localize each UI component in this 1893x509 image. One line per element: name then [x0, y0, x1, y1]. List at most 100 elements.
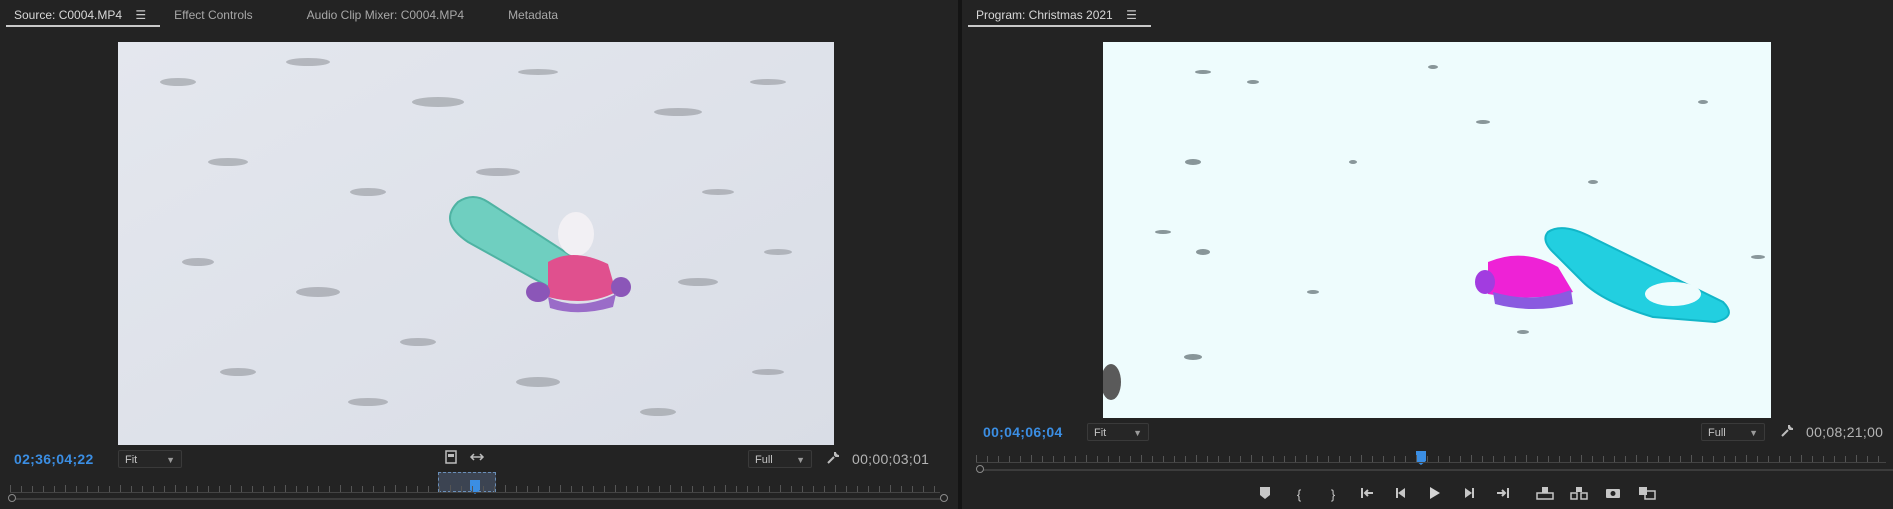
scrollbar-track: [14, 498, 942, 500]
transport-controls: { }: [1248, 486, 1664, 503]
ruler-tick: [1790, 456, 1791, 462]
drag-audio-only-icon[interactable]: [468, 450, 486, 466]
ruler-tick: [582, 486, 583, 492]
ruler-line: [976, 462, 1886, 463]
ruler-tick: [1460, 456, 1461, 462]
source-zoom-select[interactable]: Fit ▼: [118, 450, 182, 468]
ruler-tick: [1559, 456, 1560, 462]
tab-effect-controls[interactable]: Effect Controls: [160, 0, 266, 30]
source-zoom-scrollbar[interactable]: [8, 494, 948, 504]
ruler-tick: [395, 485, 396, 492]
ruler-tick: [1295, 456, 1296, 462]
ruler-tick: [637, 486, 638, 492]
program-zoom-select[interactable]: Fit ▼: [1087, 423, 1149, 441]
ruler-tick: [987, 456, 988, 462]
lift-icon[interactable]: [1528, 486, 1562, 503]
chevron-down-icon: ▼: [1133, 428, 1142, 438]
ruler-tick: [758, 486, 759, 492]
go-to-out-icon[interactable]: [1486, 487, 1520, 502]
scrollbar-left-handle[interactable]: [976, 465, 984, 473]
ruler-tick: [1075, 456, 1076, 462]
ruler-tick: [1317, 456, 1318, 462]
source-current-timecode[interactable]: 02;36;04;22: [14, 451, 94, 467]
ruler-tick: [527, 486, 528, 492]
ruler-tick: [1328, 456, 1329, 462]
step-forward-icon[interactable]: [1452, 487, 1486, 502]
ruler-tick: [175, 485, 176, 492]
program-video-frame[interactable]: [1103, 42, 1771, 418]
program-zoom-value: Fit: [1094, 427, 1107, 439]
ruler-tick: [1471, 455, 1472, 462]
ruler-tick: [318, 486, 319, 492]
ruler-tick: [802, 486, 803, 492]
ruler-tick: [912, 486, 913, 492]
tab-program-label: Program: Christmas 2021: [976, 8, 1113, 22]
ruler-tick: [571, 486, 572, 492]
source-zoom-value: Fit: [125, 454, 138, 466]
ruler-tick: [736, 486, 737, 492]
ruler-tick: [1515, 456, 1516, 462]
scrollbar-left-handle[interactable]: [8, 494, 16, 502]
tab-audio-clip-mixer-label: Audio Clip Mixer: C0004.MP4: [306, 8, 465, 22]
ruler-tick: [263, 486, 264, 492]
ruler-tick: [54, 486, 55, 492]
tab-source[interactable]: Source: C0004.MP4 ☰: [0, 0, 161, 30]
export-frame-icon[interactable]: [1596, 487, 1630, 502]
ruler-tick: [998, 456, 999, 462]
tab-effect-controls-label: Effect Controls: [174, 8, 253, 22]
program-resolution-select[interactable]: Full ▼: [1701, 423, 1765, 441]
ruler-tick: [32, 486, 33, 492]
ruler-tick: [1647, 456, 1648, 462]
panel-menu-icon[interactable]: ☰: [1126, 0, 1137, 30]
chevron-down-icon: ▼: [796, 455, 805, 465]
ruler-tick: [1680, 456, 1681, 462]
ruler-tick: [1845, 456, 1846, 462]
ruler-tick: [65, 485, 66, 492]
ruler-tick: [373, 486, 374, 492]
settings-wrench-icon[interactable]: [1778, 423, 1796, 439]
ruler-tick: [692, 486, 693, 492]
ruler-tick: [1130, 456, 1131, 462]
ruler-tick: [1856, 455, 1857, 462]
ruler-tick: [1603, 456, 1604, 462]
program-tabbar: Program: Christmas 2021 ☰: [962, 0, 1893, 30]
drag-video-only-icon[interactable]: [442, 450, 460, 466]
step-back-icon[interactable]: [1384, 487, 1418, 502]
ruler-tick: [791, 486, 792, 492]
ruler-tick: [1537, 456, 1538, 462]
settings-wrench-icon[interactable]: [824, 450, 842, 466]
program-zoom-scrollbar[interactable]: [976, 465, 1893, 475]
go-to-in-icon[interactable]: [1350, 487, 1384, 502]
program-current-timecode[interactable]: 00;04;06;04: [983, 424, 1063, 440]
tab-program[interactable]: Program: Christmas 2021 ☰: [962, 0, 1151, 30]
scrollbar-right-handle[interactable]: [940, 494, 948, 502]
ruler-tick: [1009, 456, 1010, 462]
ruler-tick: [120, 485, 121, 492]
ruler-tick: [835, 485, 836, 492]
program-resolution-value: Full: [1708, 427, 1726, 439]
ruler-tick: [1691, 455, 1692, 462]
ruler-tick: [1625, 456, 1626, 462]
ruler-tick: [1031, 455, 1032, 462]
ruler-tick: [1306, 455, 1307, 462]
ruler-tick: [1185, 456, 1186, 462]
tab-metadata[interactable]: Metadata: [478, 0, 572, 30]
mark-in-icon[interactable]: {: [1282, 487, 1316, 502]
tab-source-label: Source: C0004.MP4: [14, 8, 123, 22]
tab-audio-clip-mixer[interactable]: Audio Clip Mixer: C0004.MP4: [267, 0, 478, 30]
play-icon[interactable]: [1418, 486, 1452, 503]
extract-icon[interactable]: [1562, 486, 1596, 503]
ruler-tick: [516, 486, 517, 492]
mark-out-icon[interactable]: }: [1316, 487, 1350, 502]
ruler-tick: [714, 486, 715, 492]
source-resolution-select[interactable]: Full ▼: [748, 450, 812, 468]
ruler-tick: [1636, 455, 1637, 462]
ruler-tick: [1152, 456, 1153, 462]
comparison-view-icon[interactable]: [1630, 486, 1664, 503]
panel-menu-icon[interactable]: ☰: [135, 0, 146, 30]
ruler-tick: [351, 486, 352, 492]
source-video-frame[interactable]: [118, 42, 834, 445]
add-marker-icon[interactable]: [1248, 486, 1282, 503]
ruler-tick: [1108, 456, 1109, 462]
ruler-tick: [1834, 456, 1835, 462]
